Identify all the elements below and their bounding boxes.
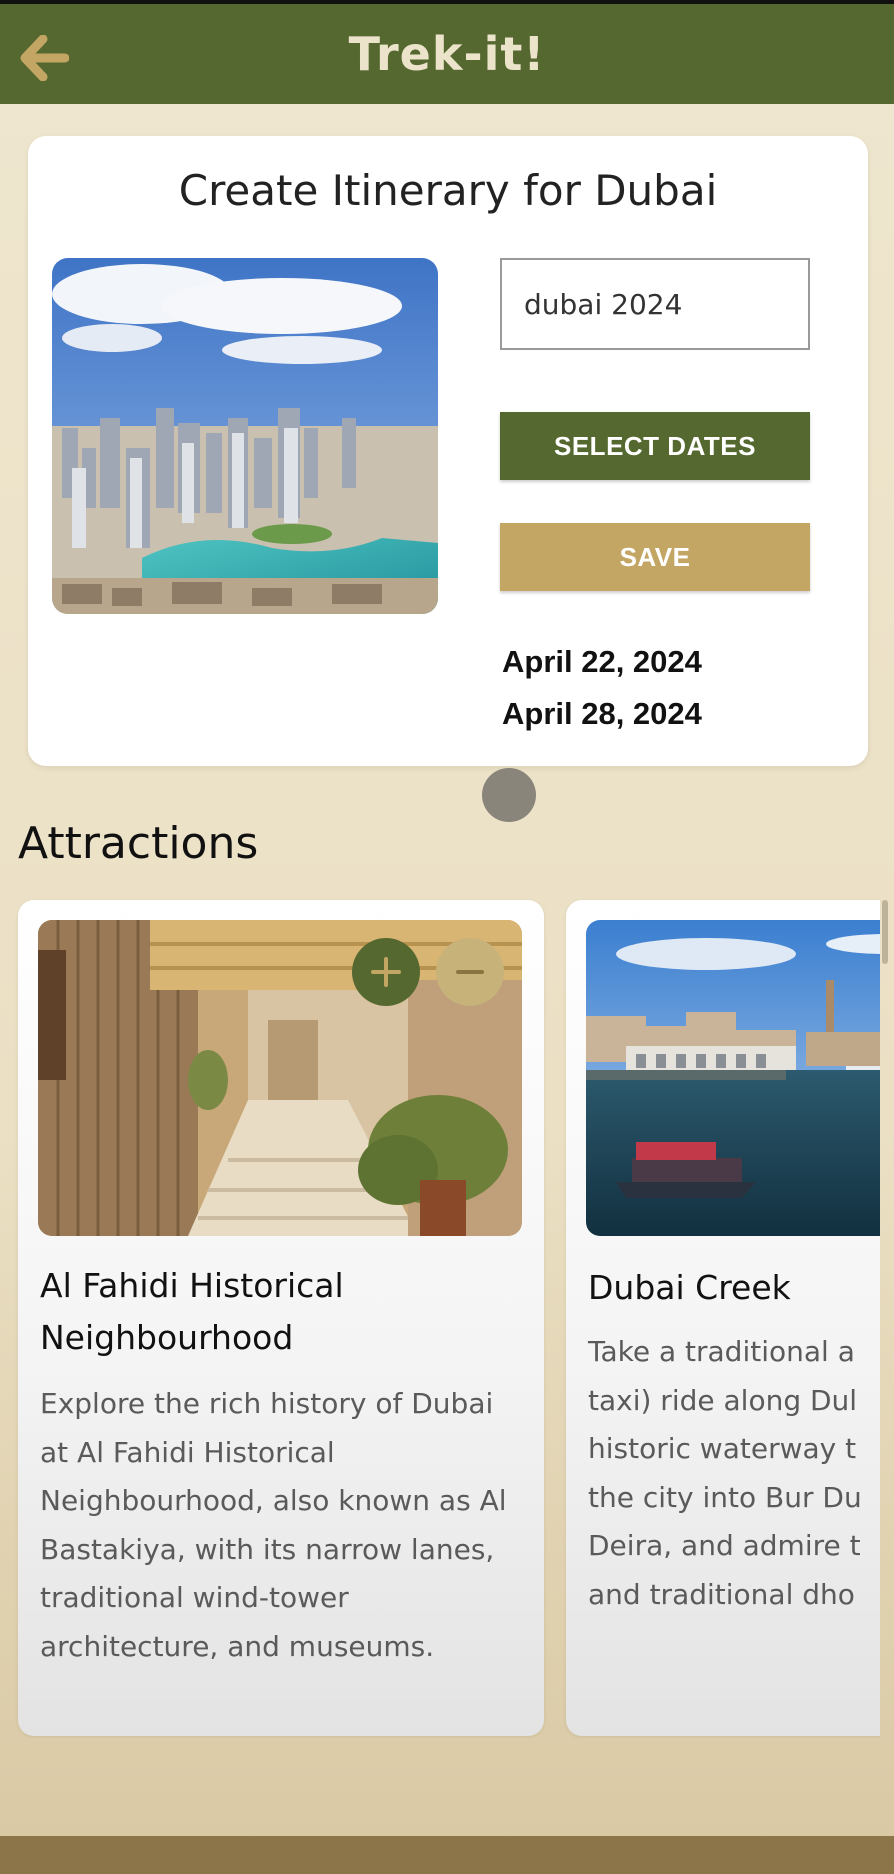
select-dates-button[interactable]: SELECT DATES	[500, 412, 810, 480]
attraction-description: Take a traditional a taxi) ride along Du…	[588, 1328, 880, 1619]
minus-icon	[456, 970, 484, 974]
description-line: taxi) ride along Dul	[588, 1383, 858, 1417]
attractions-carousel[interactable]: Al Fahidi Historical Neighbourhood Explo…	[0, 898, 880, 1738]
page-indicator-dot[interactable]	[482, 768, 536, 822]
attraction-name: Dubai Creek	[588, 1268, 791, 1307]
description-line: the city into Bur Du	[588, 1480, 862, 1514]
description-line: Deira, and admire t	[588, 1529, 861, 1562]
destination-image	[52, 258, 438, 614]
description-line: historic waterway t	[588, 1432, 857, 1465]
start-date: April 22, 2024	[502, 644, 702, 679]
itinerary-name-input[interactable]	[500, 258, 810, 350]
attraction-card[interactable]: Al Fahidi Historical Neighbourhood Explo…	[18, 900, 544, 1736]
plus-icon	[371, 957, 401, 987]
create-itinerary-title: Create Itinerary for Dubai	[178, 166, 718, 215]
description-line: and traditional dho	[588, 1577, 855, 1611]
add-attraction-button[interactable]	[352, 938, 420, 1006]
app-title: Trek-it!	[348, 27, 546, 81]
scrollbar[interactable]	[882, 900, 888, 964]
attraction-card[interactable]: Dubai Creek Take a traditional a taxi) r…	[566, 900, 880, 1736]
create-itinerary-card: Create Itinerary for Dubai dubai 2024 SE…	[28, 136, 868, 766]
attraction-image	[586, 920, 880, 1236]
attraction-description: Explore the rich history of Dubai at Al …	[40, 1387, 507, 1663]
end-date: April 28, 2024	[502, 696, 702, 731]
remove-attraction-button[interactable]	[436, 938, 504, 1006]
description-line: Take a traditional a	[588, 1335, 855, 1368]
attraction-name: Al Fahidi Historical Neighbourhood	[40, 1266, 344, 1357]
arrow-left-icon	[20, 35, 69, 81]
bottom-bar	[0, 1836, 894, 1874]
app-bar: Trek-it!	[0, 0, 894, 104]
attractions-heading: Attractions	[18, 818, 259, 869]
back-button[interactable]	[14, 28, 74, 88]
save-button[interactable]: SAVE	[500, 523, 810, 591]
